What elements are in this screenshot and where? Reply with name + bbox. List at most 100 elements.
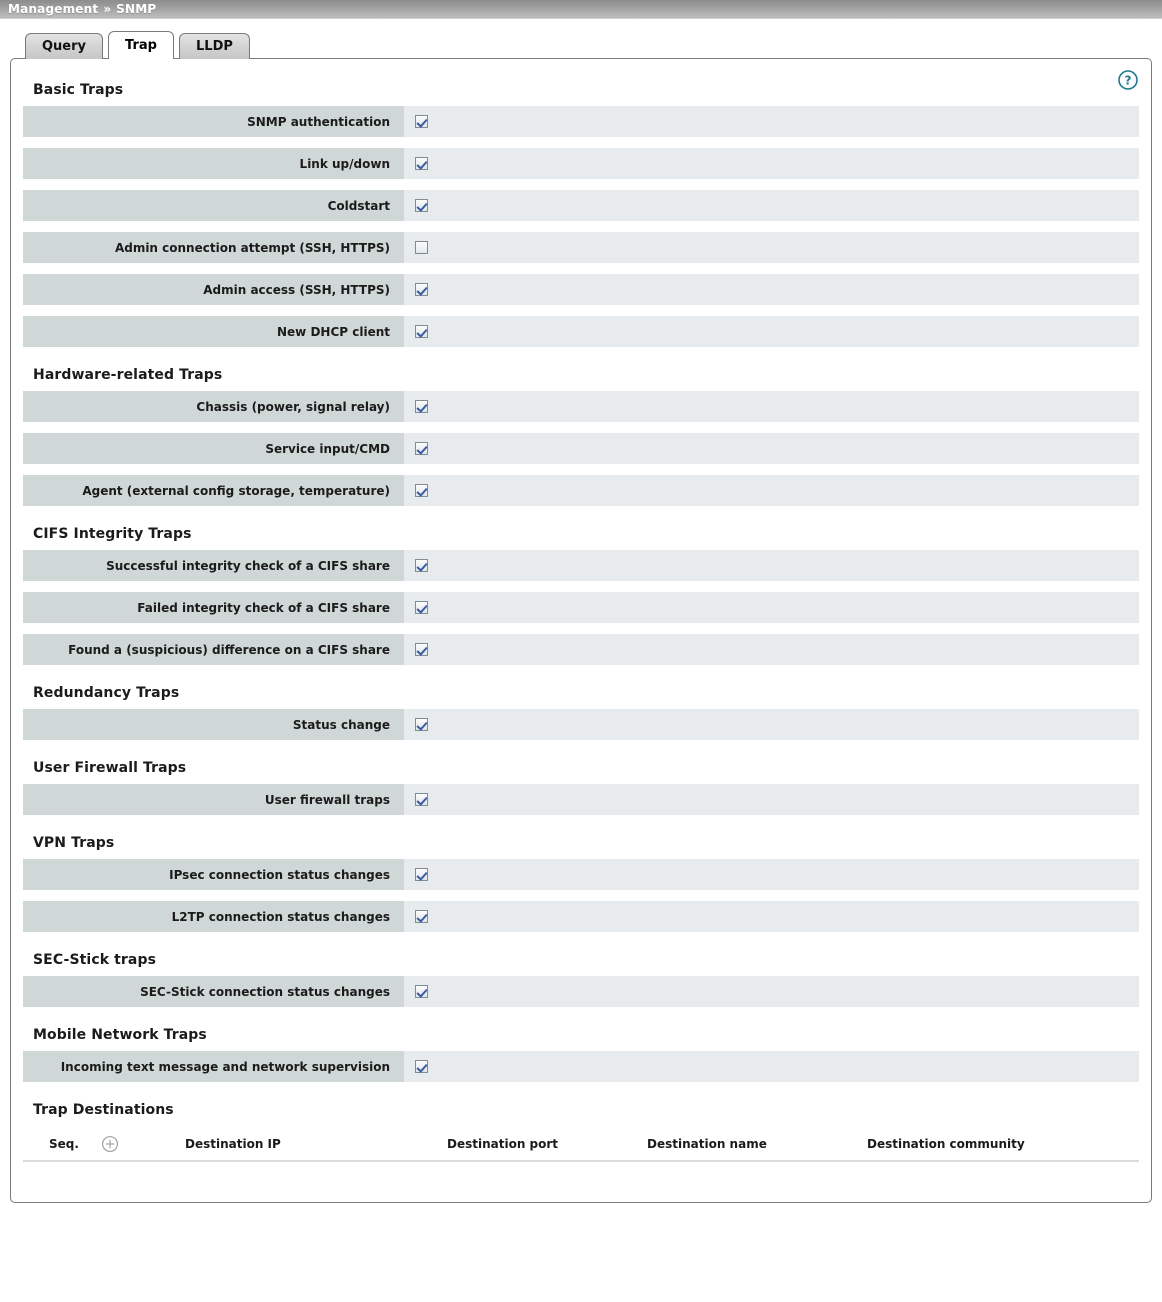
trap-label: IPsec connection status changes bbox=[23, 859, 404, 890]
trap-checkbox[interactable] bbox=[415, 1060, 428, 1073]
section-title: Mobile Network Traps bbox=[33, 1027, 207, 1043]
trap-label: Successful integrity check of a CIFS sha… bbox=[23, 550, 404, 581]
trap-checkbox[interactable] bbox=[415, 283, 428, 296]
help-question-icon[interactable]: ? bbox=[1117, 69, 1139, 91]
trap-destinations-table: Seq. Destination IP Destination port Destin… bbox=[23, 1128, 1139, 1162]
trap-row: Status change bbox=[23, 709, 1139, 740]
section-title: SEC-Stick traps bbox=[33, 952, 157, 968]
dest-col-header-seq: Seq. bbox=[49, 1137, 79, 1151]
trap-label: Service input/CMD bbox=[23, 433, 404, 464]
trap-label: Chassis (power, signal relay) bbox=[23, 391, 404, 422]
plus-circle-icon[interactable] bbox=[101, 1135, 119, 1153]
trap-value-cell bbox=[404, 859, 1139, 890]
trap-row: Chassis (power, signal relay) bbox=[23, 391, 1139, 422]
tab-label: Trap bbox=[125, 38, 157, 53]
tab-lldp[interactable]: LLDP bbox=[179, 33, 250, 59]
tab-strip: Query Trap LLDP bbox=[0, 30, 1162, 60]
trap-row: L2TP connection status changes bbox=[23, 901, 1139, 932]
trap-value-cell bbox=[404, 232, 1139, 263]
trap-checkbox[interactable] bbox=[415, 643, 428, 656]
trap-label: Found a (suspicious) difference on a CIF… bbox=[23, 634, 404, 665]
section-title: VPN Traps bbox=[33, 835, 115, 851]
trap-value-cell bbox=[404, 1051, 1139, 1082]
trap-label: Agent (external config storage, temperat… bbox=[23, 475, 404, 506]
trap-row: Incoming text message and network superv… bbox=[23, 1051, 1139, 1082]
trap-row: Admin connection attempt (SSH, HTTPS) bbox=[23, 232, 1139, 263]
trap-label: Status change bbox=[23, 709, 404, 740]
trap-checkbox[interactable] bbox=[415, 793, 428, 806]
trap-checkbox[interactable] bbox=[415, 601, 428, 614]
trap-label: Incoming text message and network superv… bbox=[23, 1051, 404, 1082]
trap-label: User firewall traps bbox=[23, 784, 404, 815]
tab-query[interactable]: Query bbox=[25, 33, 104, 59]
trap-row: IPsec connection status changes bbox=[23, 859, 1139, 890]
section-title: Basic Traps bbox=[33, 82, 124, 98]
trap-value-cell bbox=[404, 592, 1139, 623]
trap-label: Failed integrity check of a CIFS share bbox=[23, 592, 404, 623]
trap-checkbox[interactable] bbox=[415, 718, 428, 731]
trap-checkbox[interactable] bbox=[415, 559, 428, 572]
breadcrumb-current: SNMP bbox=[116, 2, 157, 16]
tab-label: LLDP bbox=[196, 39, 233, 54]
trap-label: Coldstart bbox=[23, 190, 404, 221]
section-title: CIFS Integrity Traps bbox=[33, 526, 192, 542]
trap-checkbox[interactable] bbox=[415, 400, 428, 413]
trap-label: Link up/down bbox=[23, 148, 404, 179]
section-title: Hardware-related Traps bbox=[33, 367, 223, 383]
trap-checkbox[interactable] bbox=[415, 868, 428, 881]
trap-label: L2TP connection status changes bbox=[23, 901, 404, 932]
tab-label: Query bbox=[42, 39, 87, 54]
trap-value-cell bbox=[404, 433, 1139, 464]
section-title: Redundancy Traps bbox=[33, 685, 180, 701]
breadcrumb: Management » SNMP bbox=[0, 0, 1162, 19]
dest-col-header-comm: Destination community bbox=[867, 1137, 1025, 1151]
trap-row: Coldstart bbox=[23, 190, 1139, 221]
breadcrumb-separator-icon: » bbox=[103, 2, 112, 16]
trap-sections: Basic Traps SNMP authentication Link up/do… bbox=[23, 73, 1139, 1082]
trap-value-cell bbox=[404, 634, 1139, 665]
trap-checkbox[interactable] bbox=[415, 241, 428, 254]
trap-value-cell bbox=[404, 709, 1139, 740]
trap-value-cell bbox=[404, 784, 1139, 815]
trap-row: Found a (suspicious) difference on a CIF… bbox=[23, 634, 1139, 665]
trap-checkbox[interactable] bbox=[415, 115, 428, 128]
trap-row: User firewall traps bbox=[23, 784, 1139, 815]
trap-row: Service input/CMD bbox=[23, 433, 1139, 464]
breadcrumb-root[interactable]: Management bbox=[8, 2, 98, 16]
trap-settings-panel: ? Basic Traps SNMP authentication Link up/… bbox=[10, 58, 1152, 1203]
trap-checkbox[interactable] bbox=[415, 985, 428, 998]
trap-value-cell bbox=[404, 316, 1139, 347]
trap-checkbox[interactable] bbox=[415, 325, 428, 338]
trap-label: SNMP authentication bbox=[23, 106, 404, 137]
trap-destinations-title: Trap Destinations bbox=[33, 1102, 174, 1118]
trap-checkbox[interactable] bbox=[415, 199, 428, 212]
trap-checkbox[interactable] bbox=[415, 910, 428, 923]
tab-trap[interactable]: Trap bbox=[108, 31, 175, 60]
trap-value-cell bbox=[404, 148, 1139, 179]
dest-col-header-name: Destination name bbox=[647, 1137, 767, 1151]
trap-value-cell bbox=[404, 976, 1139, 1007]
trap-value-cell bbox=[404, 550, 1139, 581]
dest-col-header-ip: Destination IP bbox=[185, 1137, 281, 1151]
trap-checkbox[interactable] bbox=[415, 157, 428, 170]
trap-label: New DHCP client bbox=[23, 316, 404, 347]
trap-value-cell bbox=[404, 274, 1139, 305]
dest-col-header-port: Destination port bbox=[447, 1137, 559, 1151]
trap-value-cell bbox=[404, 901, 1139, 932]
trap-checkbox[interactable] bbox=[415, 442, 428, 455]
trap-row: Failed integrity check of a CIFS share bbox=[23, 592, 1139, 623]
trap-row: Admin access (SSH, HTTPS) bbox=[23, 274, 1139, 305]
trap-checkbox[interactable] bbox=[415, 484, 428, 497]
trap-row: SNMP authentication bbox=[23, 106, 1139, 137]
trap-value-cell bbox=[404, 106, 1139, 137]
trap-label: Admin access (SSH, HTTPS) bbox=[23, 274, 404, 305]
trap-value-cell bbox=[404, 475, 1139, 506]
svg-text:?: ? bbox=[1125, 74, 1132, 88]
trap-row: Successful integrity check of a CIFS sha… bbox=[23, 550, 1139, 581]
section-title: User Firewall Traps bbox=[33, 760, 187, 776]
trap-value-cell bbox=[404, 190, 1139, 221]
trap-value-cell bbox=[404, 391, 1139, 422]
trap-row: Agent (external config storage, temperat… bbox=[23, 475, 1139, 506]
trap-row: Link up/down bbox=[23, 148, 1139, 179]
trap-row: SEC-Stick connection status changes bbox=[23, 976, 1139, 1007]
